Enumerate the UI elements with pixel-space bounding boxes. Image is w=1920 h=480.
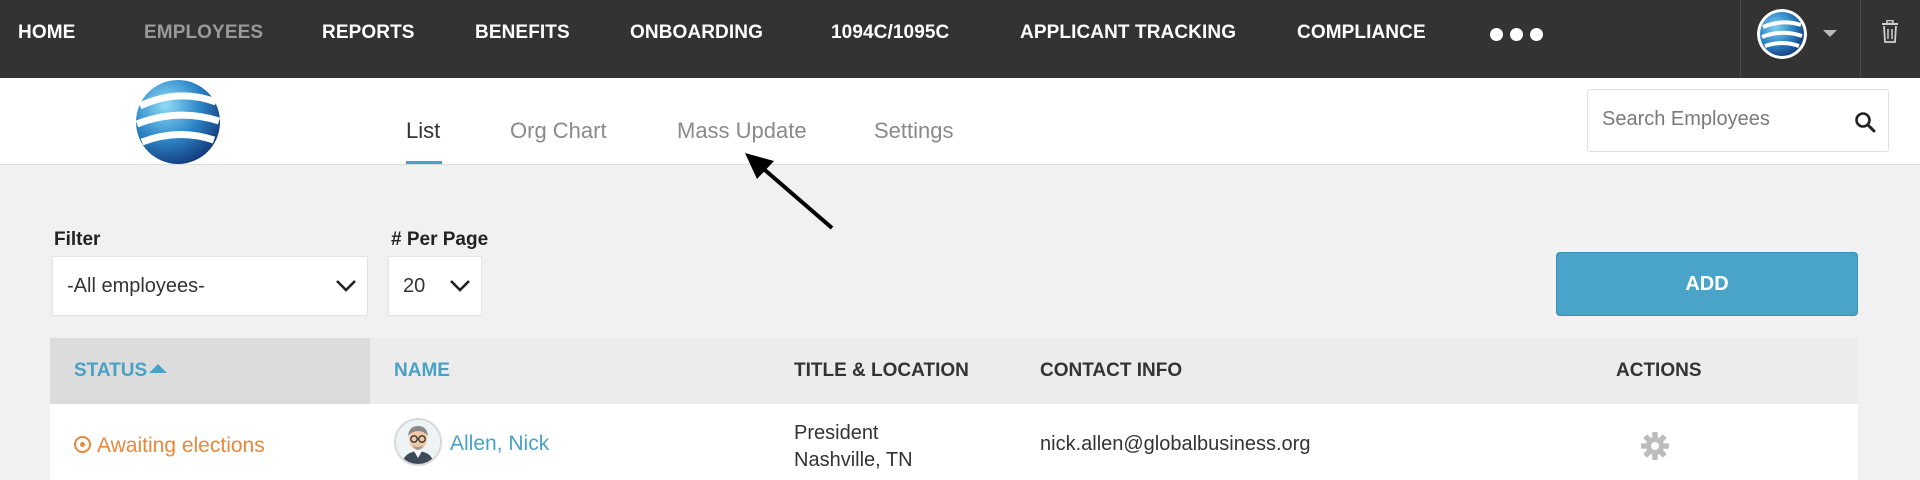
nav-benefits[interactable]: BENEFITS <box>475 0 570 78</box>
tab-settings[interactable]: Settings <box>874 118 954 144</box>
per-page-label: # Per Page <box>391 229 489 250</box>
gear-icon[interactable] <box>1640 431 1670 461</box>
active-tab-indicator <box>406 161 442 164</box>
nav-employees[interactable]: EMPLOYEES <box>144 0 263 78</box>
column-header-contact: CONTACT INFO <box>1040 360 1183 381</box>
annotation-arrow-icon <box>745 153 834 230</box>
nav-applicant-tracking[interactable]: APPLICANT TRACKING <box>1020 0 1236 78</box>
search-icon[interactable] <box>1854 111 1876 133</box>
filter-label: Filter <box>54 229 101 250</box>
status-pending-icon <box>74 436 91 453</box>
globe-logo-icon[interactable] <box>130 78 226 166</box>
employee-name-link[interactable]: Allen, Nick <box>450 432 549 456</box>
search-box[interactable] <box>1587 89 1889 152</box>
tab-list[interactable]: List <box>406 118 440 144</box>
column-header-status[interactable]: STATUS <box>74 360 168 382</box>
employee-location: Nashville, TN <box>794 449 913 471</box>
column-header-title-location: TITLE & LOCATION <box>794 360 969 381</box>
column-header-actions: ACTIONS <box>1616 360 1702 381</box>
column-header-name[interactable]: NAME <box>394 360 450 382</box>
caret-down-icon[interactable] <box>1823 30 1837 37</box>
per-page-value: 20 <box>403 275 426 297</box>
trash-icon[interactable] <box>1880 19 1900 44</box>
nav-compliance[interactable]: COMPLIANCE <box>1297 0 1426 78</box>
status-text: Awaiting elections <box>97 434 265 457</box>
more-dots-icon[interactable] <box>1490 28 1550 41</box>
add-employee-button[interactable]: ADD <box>1556 252 1858 316</box>
title-location-cell: President Nashville, TN <box>794 420 913 474</box>
nav-1094c-1095c[interactable]: 1094C/1095C <box>831 0 949 78</box>
search-input[interactable] <box>1602 108 1842 131</box>
filter-value: -All employees- <box>67 275 205 297</box>
sort-ascending-icon <box>149 364 168 373</box>
employee-title: President <box>794 422 879 444</box>
chevron-down-icon <box>450 280 470 292</box>
status-cell: Awaiting elections <box>74 434 265 458</box>
avatar[interactable] <box>394 418 442 466</box>
per-page-select[interactable]: 20 <box>388 256 482 316</box>
nav-reports[interactable]: REPORTS <box>322 0 415 78</box>
nav-divider <box>1860 0 1861 78</box>
nav-divider <box>1740 0 1741 78</box>
tab-mass-update[interactable]: Mass Update <box>677 118 807 144</box>
employee-email: nick.allen@globalbusiness.org <box>1040 433 1311 455</box>
top-navigation: HOME EMPLOYEES REPORTS BENEFITS ONBOARDI… <box>0 0 1920 78</box>
column-header-status-label: STATUS <box>74 360 148 381</box>
nav-home[interactable]: HOME <box>18 0 75 78</box>
tab-org-chart[interactable]: Org Chart <box>510 118 607 144</box>
table-row <box>50 404 1858 480</box>
chevron-down-icon <box>336 280 356 292</box>
filter-select[interactable]: -All employees- <box>52 256 368 316</box>
nav-onboarding[interactable]: ONBOARDING <box>630 0 763 78</box>
globe-logo-icon[interactable] <box>1757 9 1807 59</box>
